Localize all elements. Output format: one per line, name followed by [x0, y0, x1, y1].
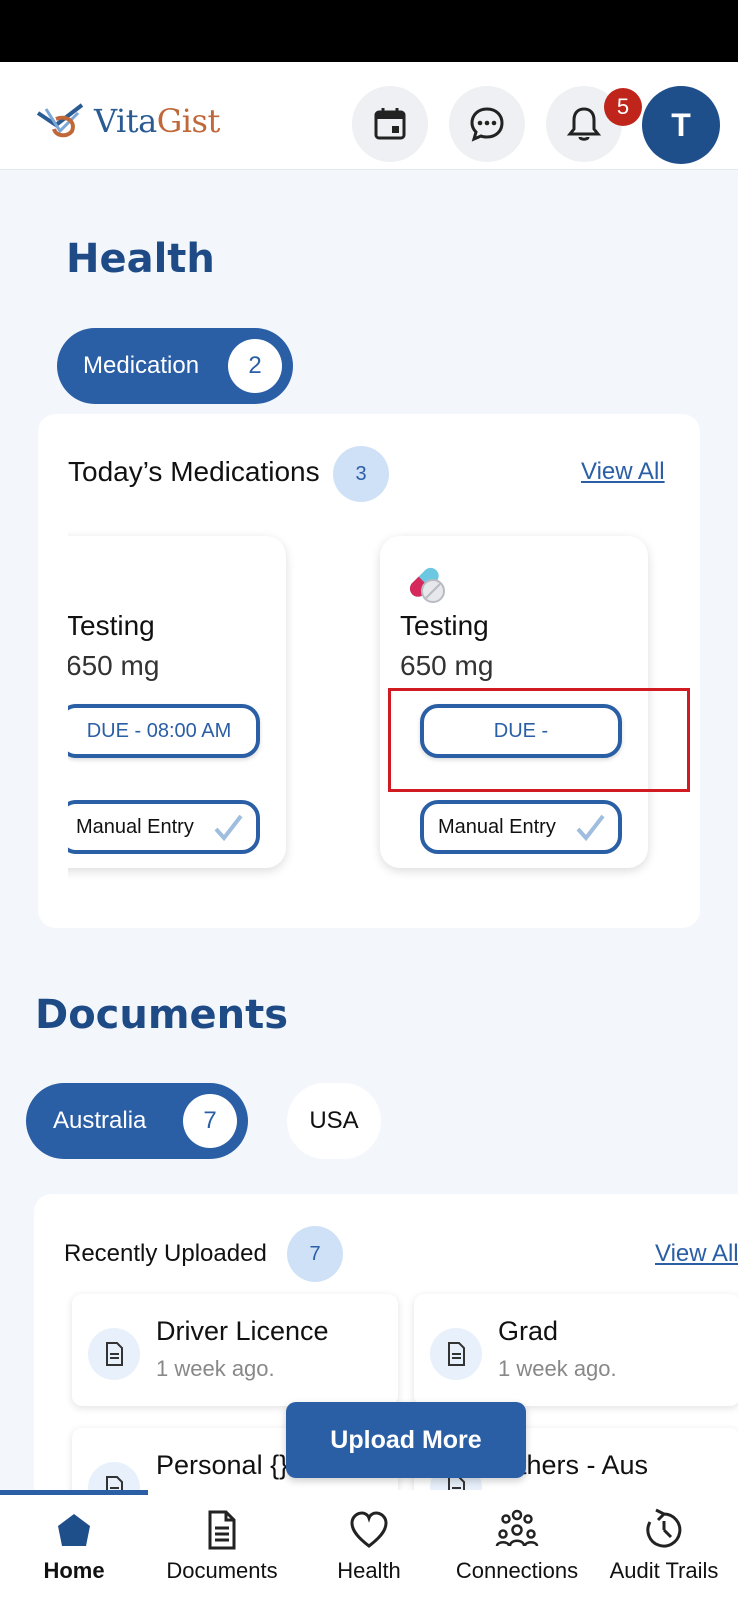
document-file-icon: [430, 1328, 482, 1380]
documents-view-all-link[interactable]: View All: [655, 1240, 738, 1268]
document-title: Grad: [498, 1316, 559, 1346]
nav-item-connections[interactable]: Connections: [443, 1508, 591, 1598]
document-file-icon: [88, 1462, 140, 1490]
nav-item-audit-trails[interactable]: Audit Trails: [590, 1508, 738, 1598]
medication-name: Testing: [400, 610, 489, 641]
home-icon: [58, 1514, 90, 1546]
document-item[interactable]: Grad 1 week ago.: [414, 1294, 738, 1406]
nav-label-home: Home: [43, 1558, 105, 1583]
nav-item-home[interactable]: Home: [0, 1508, 148, 1598]
calendar-button[interactable]: [352, 86, 428, 162]
todays-medications-count: 3: [333, 446, 389, 502]
logo-text: VitaGist: [94, 102, 220, 140]
calendar-icon: [374, 108, 406, 140]
pill-icon: [409, 567, 445, 603]
notification-badge: 5: [604, 88, 642, 126]
heart-icon: [350, 1511, 388, 1548]
medication-tab[interactable]: Medication 2: [57, 328, 293, 404]
tab-usa[interactable]: USA: [287, 1083, 381, 1159]
connections-icon: [495, 1509, 539, 1547]
avatar[interactable]: T: [642, 86, 720, 164]
medication-dose: 650 mg: [400, 650, 494, 681]
due-time-button[interactable]: DUE - 08:00 AM: [68, 704, 260, 758]
medication-tab-count: 2: [228, 339, 282, 393]
upload-more-button[interactable]: Upload More: [286, 1402, 526, 1478]
todays-medications-title: Today’s Medications: [68, 456, 320, 487]
recently-uploaded-title: Recently Uploaded: [64, 1240, 267, 1267]
document-title: Driver Licence: [156, 1316, 329, 1346]
medication-tab-label: Medication: [83, 352, 200, 379]
medication-name: Testing: [68, 610, 155, 641]
medications-view-all-link[interactable]: View All: [581, 458, 665, 486]
vitagist-logo[interactable]: VitaGist: [36, 102, 220, 140]
check-icon: [576, 814, 605, 842]
nav-label-health: Health: [337, 1558, 401, 1583]
manual-entry-button[interactable]: Manual Entry: [420, 800, 622, 854]
nav-active-indicator: [0, 1490, 148, 1495]
check-icon: [214, 814, 243, 842]
audit-icon: [646, 1508, 682, 1548]
health-title: Health: [66, 236, 215, 282]
nav-label-connections: Connections: [455, 1558, 579, 1583]
manual-entry-label: Manual Entry: [438, 815, 556, 838]
nav-item-documents[interactable]: Documents: [148, 1508, 296, 1598]
chat-icon: [470, 107, 504, 142]
tab-australia-label: Australia: [53, 1107, 147, 1134]
highlight-annotation: [388, 688, 690, 792]
bottom-nav: Home Documents Health Connections Audit …: [0, 1490, 738, 1600]
documents-title: Documents: [35, 992, 289, 1038]
document-icon: [208, 1510, 236, 1550]
nav-label-documents: Documents: [166, 1558, 278, 1583]
document-item[interactable]: Driver Licence 1 week ago.: [72, 1294, 398, 1406]
nav-label-audit-trails: Audit Trails: [609, 1558, 719, 1583]
nav-item-health[interactable]: Health: [295, 1508, 443, 1598]
tab-australia[interactable]: Australia 7: [26, 1083, 248, 1159]
manual-entry-button[interactable]: Manual Entry: [68, 800, 260, 854]
medication-dose: 650 mg: [68, 650, 160, 681]
document-title: Personal {}: [156, 1450, 289, 1480]
medication-card[interactable]: Testing 650 mg DUE - 08:00 AM Manual Ent…: [68, 536, 286, 868]
logo-icon: [36, 103, 84, 138]
messages-button[interactable]: [449, 86, 525, 162]
document-file-icon: [88, 1328, 140, 1380]
recently-uploaded-count: 7: [287, 1226, 343, 1282]
status-bar: [0, 0, 738, 62]
document-time: 1 week ago.: [498, 1356, 617, 1381]
document-time: 1 week ago.: [156, 1356, 275, 1381]
tab-australia-count: 7: [183, 1094, 237, 1148]
bell-icon: [566, 107, 602, 141]
manual-entry-label: Manual Entry: [76, 815, 194, 838]
